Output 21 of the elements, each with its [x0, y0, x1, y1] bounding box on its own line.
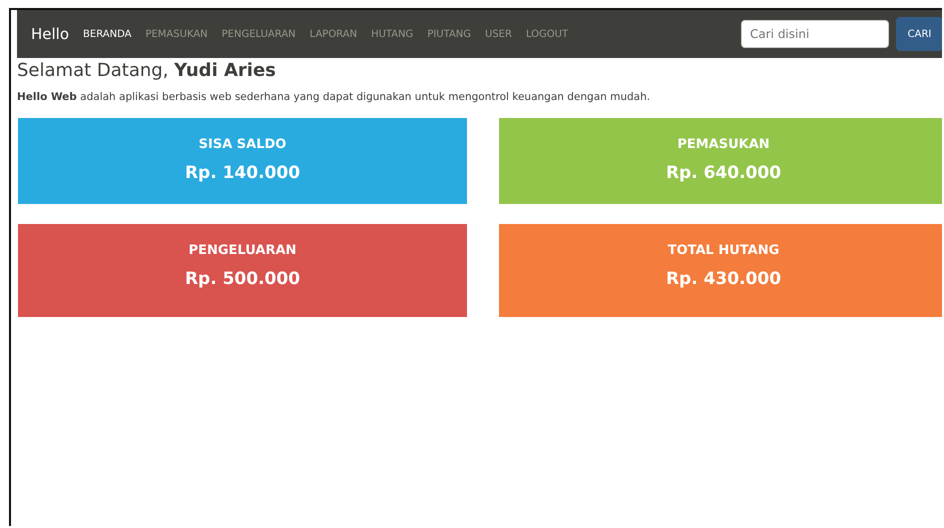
nav-link[interactable]: PENGELUARAN [222, 28, 296, 40]
search-field[interactable]: Cari disini [741, 20, 889, 48]
search-button[interactable]: CARI [896, 17, 942, 51]
nav-link[interactable]: LOGOUT [526, 28, 568, 40]
nav-link[interactable]: HUTANG [371, 28, 414, 40]
card-title: SISA SALDO [198, 137, 286, 152]
card-value: Rp. 500.000 [184, 269, 300, 289]
nav-link[interactable]: BERANDA [83, 28, 132, 40]
card-title: PEMASUKAN [677, 137, 770, 152]
intro-text: Hello Web adalah aplikasi berbasis web sederhana yang dapat digunakan untuk mengontrol keuangan dengan mudah. [17, 91, 652, 103]
card-value: Rp. 140.000 [184, 163, 300, 183]
nav-link[interactable]: PIUTANG [427, 28, 472, 40]
card-title: PENGELUARAN [188, 243, 296, 258]
card-title: TOTAL HUTANG [668, 243, 780, 258]
nav-link[interactable]: USER [485, 28, 512, 40]
nav-link[interactable]: LAPORAN [310, 28, 358, 40]
nav-link[interactable]: PEMASUKAN [145, 28, 208, 40]
brand-link[interactable]: Hello [31, 25, 70, 43]
card-value: Rp. 430.000 [666, 269, 782, 289]
welcome-heading: Selamat Datang, Yudi Aries [17, 60, 277, 81]
card-value: Rp. 640.000 [666, 163, 782, 183]
